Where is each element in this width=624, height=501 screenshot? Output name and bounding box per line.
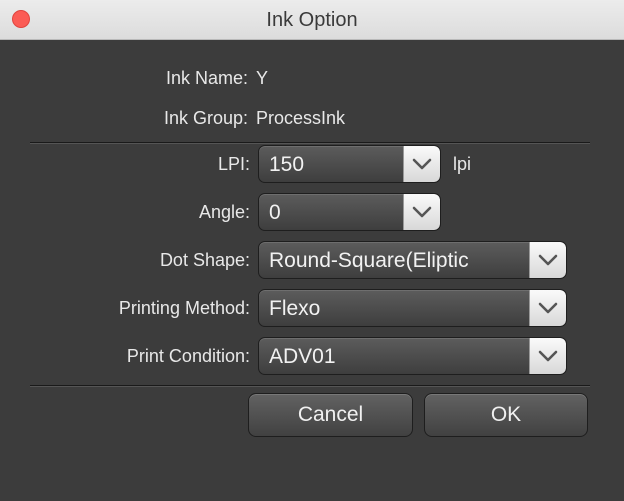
dot-shape-select[interactable]: Round-Square(Eliptic [258, 241, 567, 279]
angle-select[interactable]: 0 [258, 193, 441, 231]
ink-name-row: Ink Name: Y [0, 66, 624, 90]
printing-method-value: Flexo [269, 297, 321, 320]
lpi-label: LPI: [217, 154, 250, 174]
angle-dropdown-button[interactable] [403, 194, 440, 230]
ink-group-value: ProcessInk [256, 108, 346, 128]
ink-name-label: Ink Name: [165, 68, 248, 88]
chevron-down-icon [538, 254, 558, 266]
print-condition-label: Print Condition: [126, 346, 250, 366]
print-condition-select[interactable]: ADV01 [258, 337, 567, 375]
print-condition-dropdown-button[interactable] [529, 338, 566, 374]
ink-option-dialog: Ink Option Ink Name: Y Ink Group: Proces… [0, 0, 624, 501]
chevron-down-icon [538, 350, 558, 362]
ok-button[interactable]: OK [424, 393, 588, 437]
dot-shape-value: Round-Square(Eliptic [269, 249, 469, 272]
cancel-button[interactable]: Cancel [248, 393, 413, 437]
lpi-value: 150 [269, 153, 305, 176]
chevron-down-icon [412, 206, 432, 218]
ink-name-value: Y [256, 68, 269, 88]
ink-group-label: Ink Group: [163, 108, 248, 128]
chevron-down-icon [538, 302, 558, 314]
lpi-select[interactable]: 150 [258, 145, 441, 183]
separator-bottom [30, 385, 590, 387]
ink-group-row: Ink Group: ProcessInk [0, 106, 624, 130]
angle-value: 0 [269, 201, 281, 224]
title-bar[interactable]: Ink Option [0, 0, 624, 40]
dot-shape-label: Dot Shape: [159, 250, 250, 270]
window-title: Ink Option [266, 9, 358, 31]
print-condition-value: ADV01 [269, 345, 336, 368]
printing-method-dropdown-button[interactable] [529, 290, 566, 326]
printing-method-label: Printing Method: [118, 298, 250, 318]
dot-shape-dropdown-button[interactable] [529, 242, 566, 278]
printing-method-select[interactable]: Flexo [258, 289, 567, 327]
lpi-dropdown-button[interactable] [403, 146, 440, 182]
lpi-unit: lpi [453, 154, 472, 174]
chevron-down-icon [412, 158, 432, 170]
angle-label: Angle: [198, 202, 250, 222]
